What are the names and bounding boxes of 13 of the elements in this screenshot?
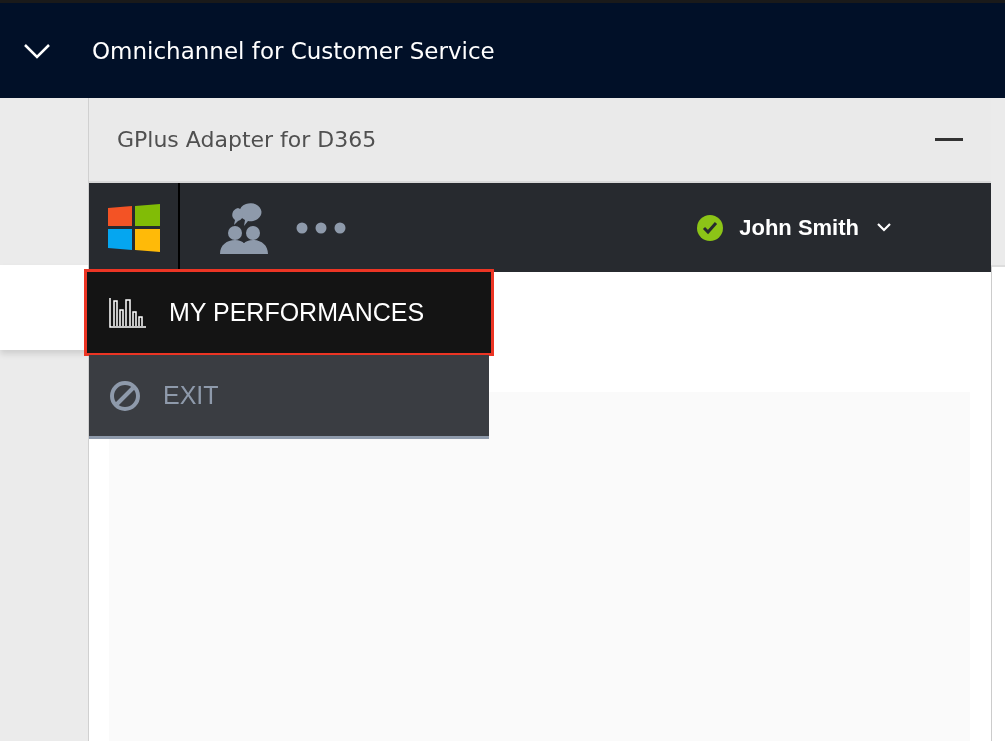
bar-chart-icon [109, 297, 147, 328]
panel-title: GPlus Adapter for D365 [117, 127, 377, 152]
chevron-down-icon [877, 223, 891, 232]
prohibited-icon [109, 379, 141, 412]
four-square-logo-icon [106, 202, 161, 253]
user-menu-button[interactable]: John Smith [697, 214, 891, 241]
more-dots-icon [296, 221, 346, 234]
agents-chat-button[interactable] [218, 201, 270, 254]
more-button[interactable] [296, 221, 346, 234]
menu-item[interactable]: MY PERFORMANCES [85, 270, 493, 355]
chevron-down-icon[interactable] [24, 42, 50, 59]
people-chat-icon [218, 201, 270, 254]
app-title: Omnichannel for Customer Service [92, 37, 495, 64]
